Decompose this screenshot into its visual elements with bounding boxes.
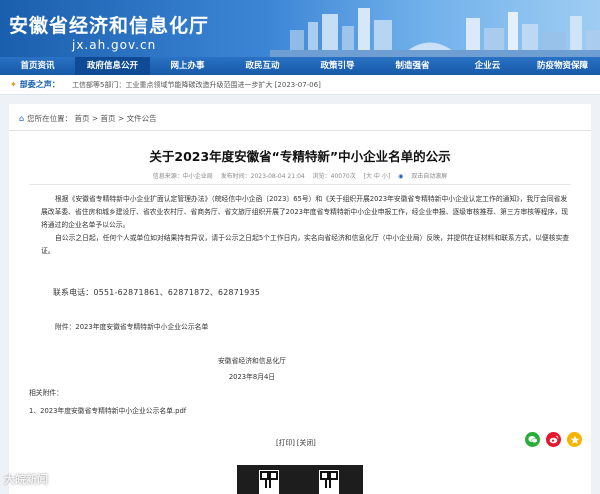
meta-views: 浏览：40070次 (312, 173, 356, 180)
divider (9, 130, 591, 131)
article-meta: 信息来源：中小企业局 发布时间：2023-08-04 21:04 浏览：4007… (9, 171, 591, 180)
paragraph: 根据《安徽省专精特新中小企业扩面认定管理办法》（皖经信中小企函〔2023〕65号… (41, 195, 569, 229)
breadcrumb-text[interactable]: 您所在位置： 首页 > 首页 > 文件公告 (27, 114, 157, 123)
site-domain: jx.ah.gov.cn (72, 38, 157, 52)
notice-bar: ✦ 部委之声： 工信部等5部门：工业重点领域节能降碳改造升级范围进一步扩大 [20… (0, 75, 600, 95)
weibo-icon[interactable] (546, 432, 561, 447)
attachment-note: 附件：2023年度安徽省专精特新中小企业公示名单 (55, 323, 209, 331)
related-attachments-label: 相关附件： (29, 389, 63, 397)
pdf-attachment-link[interactable]: 1、2023年度安徽省专精特新中小企业公示名单.pdf (29, 405, 186, 415)
notice-label: ✦ 部委之声： (10, 79, 60, 90)
breadcrumb: ⌂ 您所在位置： 首页 > 首页 > 文件公告 (19, 113, 157, 124)
nav-item-interaction[interactable]: 政民互动 (225, 57, 300, 75)
signature-org: 安徽省经济和信息化厅 (218, 357, 286, 365)
megaphone-icon: ✦ (10, 80, 17, 89)
nav-item-enterprise-cloud[interactable]: 企业云 (450, 57, 525, 75)
notice-link[interactable]: 工信部等5部门：工业重点领域节能降碳改造升级范围进一步扩大 [2023-07-0… (72, 80, 321, 90)
nav-item-online-service[interactable]: 网上办事 (150, 57, 225, 75)
site-title: 安徽省经济和信息化厅 (9, 15, 210, 37)
home-icon: ⌂ (19, 114, 25, 123)
font-size-switch[interactable]: [大 中 小] (364, 173, 391, 180)
auto-scroll-toggle[interactable]: 双击自动滚屏 (411, 173, 447, 180)
qr-code-image (259, 470, 279, 494)
article-title: 关于2023年度安徽省“专精特新”中小企业名单的公示 (149, 149, 451, 164)
qr-code-image (319, 470, 339, 494)
city-skyline-image (270, 8, 600, 57)
signature: 安徽省经济和信息化厅 2023年8月4日 (197, 353, 307, 385)
meta-source: 信息来源：中小企业局 (152, 173, 213, 180)
wechat-icon[interactable] (525, 432, 540, 447)
article-card: ⌂ 您所在位置： 首页 > 首页 > 文件公告 关于2023年度安徽省“专精特新”… (9, 104, 591, 494)
speaker-icon[interactable]: ◉ (398, 173, 403, 180)
article-body: 根据《安徽省专精特新中小企业扩面认定管理办法》（皖经信中小企函〔2023〕65号… (41, 193, 573, 258)
main-nav: 首页资讯 政府信息公开 网上办事 政民互动 政策引导 制造强省 企业云 防疫物资… (0, 57, 600, 75)
notice-label-text: 部委之声： (19, 80, 60, 89)
nav-item-epidemic-supplies[interactable]: 防疫物资保障 (525, 57, 600, 75)
print-button[interactable]: [打印] (276, 439, 295, 447)
meta-time: 发布时间：2023-08-04 21:04 (220, 173, 305, 180)
news-watermark: 大皖新闻 (4, 473, 48, 486)
qzone-icon[interactable] (567, 432, 582, 447)
close-button[interactable]: [关闭] (297, 439, 316, 447)
article-actions: [打印] [关闭] (276, 437, 318, 447)
nav-item-policy[interactable]: 政策引导 (300, 57, 375, 75)
nav-item-info-disclosure[interactable]: 政府信息公开 (75, 57, 150, 75)
nav-item-home-news[interactable]: 首页资讯 (0, 57, 75, 75)
contact-phone: 联系电话：0551-62871861、62871872、62871935 (53, 288, 261, 297)
divider (29, 184, 571, 185)
qr-code-panel (237, 465, 363, 494)
nav-item-manufacturing[interactable]: 制造强省 (375, 57, 450, 75)
paragraph: 自公示之日起，任何个人或单位如对结果持有异议，请于公示之日起5个工作日内，实名向… (41, 234, 570, 255)
site-banner: 安徽省经济和信息化厅 jx.ah.gov.cn (0, 0, 600, 57)
signature-date: 2023年8月4日 (228, 373, 276, 381)
share-bar (525, 432, 582, 447)
